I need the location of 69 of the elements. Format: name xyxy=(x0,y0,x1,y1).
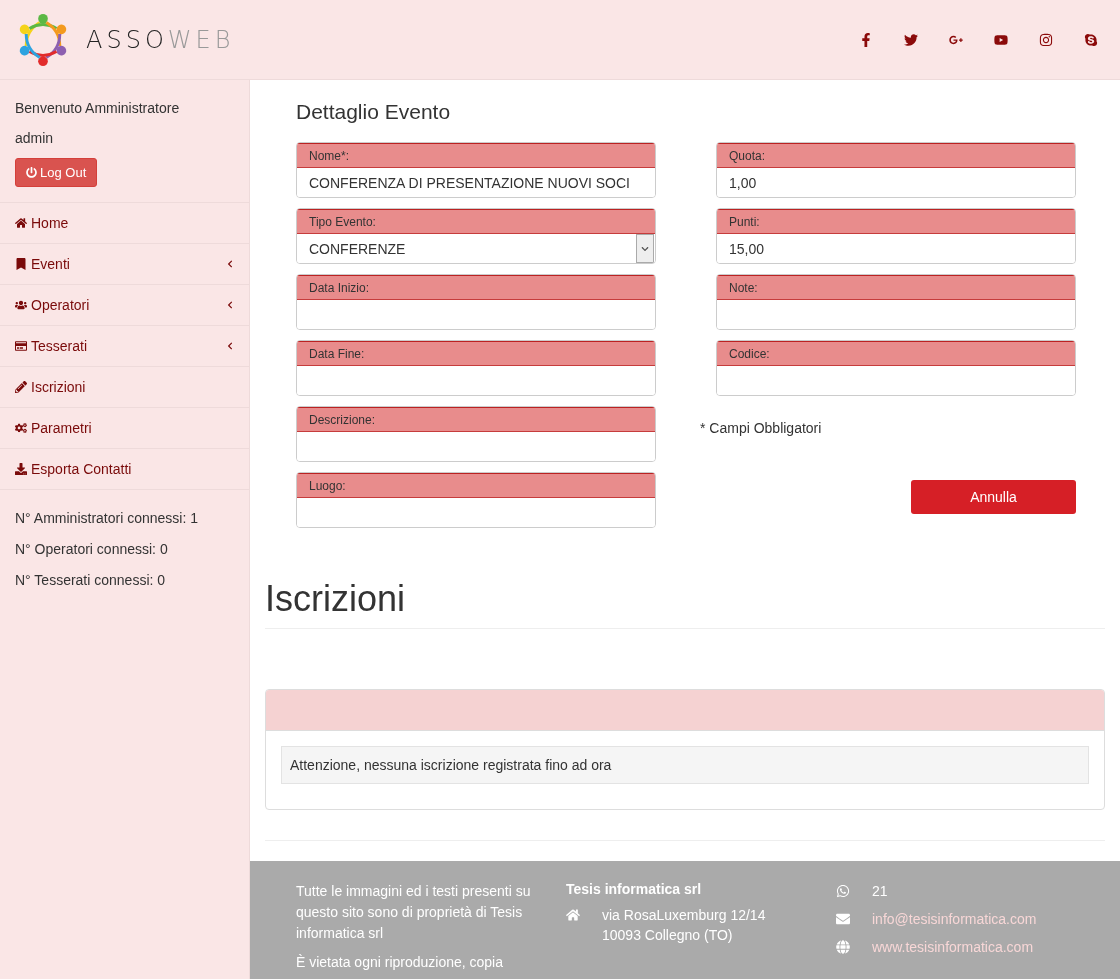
cancel-button[interactable]: Annulla xyxy=(911,480,1076,514)
bookmark-icon xyxy=(15,258,27,270)
field-value: CONFERENZE xyxy=(309,240,406,257)
gears-icon xyxy=(15,422,27,434)
form-field[interactable]: Descrizione: xyxy=(296,406,656,462)
section-title: Iscrizioni xyxy=(265,578,1105,629)
welcome-text: Benvenuto Amministratore xyxy=(15,99,180,118)
form-field[interactable]: Luogo: xyxy=(296,472,656,528)
required-note: * Campi Obbligatori xyxy=(700,420,823,436)
field-label: Quota: xyxy=(729,148,766,163)
menu-item[interactable]: Operatori xyxy=(0,285,249,326)
field-value: CONFERENZA DI PRESENTAZIONE NUOVI SOCI xyxy=(309,174,630,191)
username: admin xyxy=(15,129,54,148)
form-field[interactable]: Note: xyxy=(716,274,1076,330)
stat-text: N° Amministratori connessi: 1 xyxy=(15,510,199,526)
field-value: 15,00 xyxy=(729,240,765,257)
field-label: Luogo: xyxy=(309,478,346,493)
form-field[interactable]: Punti: 15,00 xyxy=(716,208,1076,264)
facebook-icon[interactable] xyxy=(859,32,873,47)
users-icon xyxy=(15,299,27,311)
form-field[interactable]: Tipo Evento: CONFERENZE xyxy=(296,208,656,264)
form-field[interactable]: Nome*: CONFERENZA DI PRESENTAZIONE NUOVI SOCI xyxy=(296,142,656,198)
menu-item[interactable]: Iscrizioni xyxy=(0,367,249,408)
disclaimer-text: È vietata ogni riproduzione, copia xyxy=(296,953,505,972)
address-line: via RosaLuxemburg 12/14 xyxy=(602,906,766,925)
field-label: Punti: xyxy=(729,214,760,229)
disclaimer-text: Tutte le immagini ed i testi presenti su questo sito sono di proprietà di Tesis informatica srl xyxy=(296,882,532,943)
field-label: Note: xyxy=(729,280,758,295)
stat-text: N° Tesserati connessi: 0 xyxy=(15,572,167,588)
company-name: Tesis informatica srl xyxy=(566,881,703,897)
logout-button[interactable]: Log Out xyxy=(15,158,98,187)
empty-message: Attenzione, nessuna iscrizione registrata fino ad ora xyxy=(281,746,1089,784)
form-title: Dettaglio Evento xyxy=(296,100,452,124)
field-label: Data Fine: xyxy=(309,346,365,361)
form-field[interactable]: Quota: 1,00 xyxy=(716,142,1076,198)
field-label: Data Inizio: xyxy=(309,280,370,295)
home-icon xyxy=(566,908,580,922)
youtube-icon[interactable] xyxy=(994,32,1008,47)
chevron-icon xyxy=(226,342,234,350)
form-field[interactable]: Data Inizio: xyxy=(296,274,656,330)
download-icon xyxy=(15,463,27,475)
logo-text: ASSO WEB xyxy=(86,25,235,54)
pencil-icon xyxy=(15,381,27,393)
twitter-icon[interactable] xyxy=(904,32,918,47)
globe-icon xyxy=(836,940,850,954)
card-icon xyxy=(15,340,27,352)
menu-item[interactable]: Esporta Contatti xyxy=(0,449,249,490)
menu-item[interactable]: Tesserati xyxy=(0,326,249,367)
chevron-icon xyxy=(226,301,234,309)
power-icon xyxy=(26,167,37,178)
field-label: Nome*: xyxy=(309,148,349,163)
whatsapp-icon xyxy=(836,884,850,898)
field-label: Codice: xyxy=(729,346,770,361)
envelope-icon xyxy=(836,912,850,926)
chevron-icon xyxy=(226,260,234,268)
menu-item[interactable]: Parametri xyxy=(0,408,249,449)
menu-item[interactable]: Home xyxy=(0,203,249,244)
instagram-icon[interactable] xyxy=(1039,32,1053,47)
form-field[interactable]: Codice: xyxy=(716,340,1076,396)
menu-item[interactable]: Eventi xyxy=(0,244,249,285)
stat-text: N° Operatori connessi: 0 xyxy=(15,541,169,557)
address-line: 10093 Collegno (TO) xyxy=(602,926,734,945)
skype-icon[interactable] xyxy=(1084,32,1098,47)
field-label: Tipo Evento: xyxy=(309,214,376,229)
field-value: 1,00 xyxy=(729,174,757,191)
phone-text: 21 xyxy=(872,882,888,901)
field-label: Descrizione: xyxy=(309,412,376,427)
form-field[interactable]: Data Fine: xyxy=(296,340,656,396)
home-icon xyxy=(15,217,27,229)
